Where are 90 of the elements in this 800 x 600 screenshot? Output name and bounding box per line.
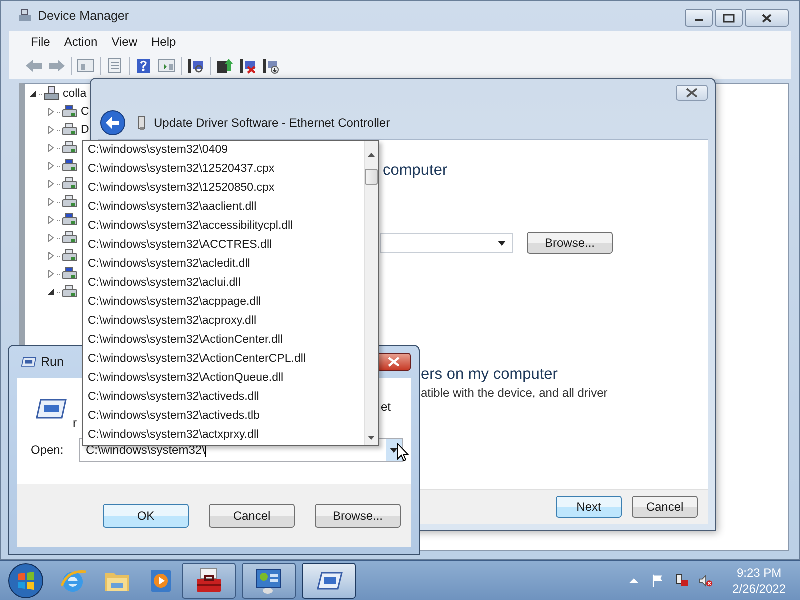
autocomplete-item[interactable]: C:\windows\system32\activeds.dll xyxy=(83,388,364,407)
help-icon[interactable] xyxy=(135,58,153,74)
close-icon xyxy=(686,88,698,98)
expand-arrow-icon[interactable] xyxy=(29,90,37,98)
menu-item[interactable]: Help xyxy=(152,35,190,49)
autocomplete-item[interactable]: C:\windows\system32\accessibilitycpl.dll xyxy=(83,217,364,236)
heading: computer xyxy=(383,162,449,180)
autocomplete-item[interactable]: C:\windows\system32\ACCTRES.dll xyxy=(83,236,364,255)
device-icon xyxy=(62,176,78,192)
autocomplete-item[interactable]: C:\windows\system32\0409 xyxy=(83,141,364,160)
device-icon xyxy=(62,284,78,300)
tree-item[interactable]: C xyxy=(80,106,90,118)
autocomplete-item[interactable]: C:\windows\system32\acppage.dll xyxy=(83,293,364,312)
action-pane-icon[interactable] xyxy=(158,58,176,74)
autocomplete-item[interactable]: C:\windows\system32\ActionCenterCPL.dll xyxy=(83,350,364,369)
device-icon xyxy=(62,212,78,228)
computer-icon xyxy=(44,86,60,102)
time-text: 9:23 PM xyxy=(736,566,782,580)
back-button[interactable] xyxy=(100,110,126,136)
option-heading[interactable]: ers on my computer xyxy=(421,366,708,384)
tree-item[interactable]: colla xyxy=(62,88,87,100)
device-icon xyxy=(62,122,78,138)
scroll-up-icon[interactable] xyxy=(368,153,375,157)
disable-icon[interactable] xyxy=(262,58,280,74)
autocomplete-item[interactable]: C:\windows\system32\acledit.dll xyxy=(83,255,364,274)
scroll-thumb[interactable] xyxy=(365,169,378,185)
update-driver-icon[interactable] xyxy=(216,58,234,74)
autocomplete-item[interactable]: C:\windows\system32\12520437.cpx xyxy=(83,160,364,179)
autocomplete-item[interactable]: C:\windows\system32\12520850.cpx xyxy=(83,179,364,198)
network-icon[interactable] xyxy=(674,574,689,588)
instruction-text: r xyxy=(73,416,77,430)
expand-arrow-icon[interactable] xyxy=(47,288,55,296)
network-adapter-icon xyxy=(138,115,146,131)
option-description: atible with the device, and all driver xyxy=(421,386,609,400)
menu-item[interactable]: View xyxy=(112,35,152,49)
device-icon xyxy=(62,158,78,174)
autocomplete-item[interactable]: C:\windows\system32\activeds.tlb xyxy=(83,407,364,426)
run-icon xyxy=(35,398,67,420)
menu-item[interactable]: File xyxy=(31,35,64,49)
browse-button[interactable]: Browse... xyxy=(315,504,401,528)
maximize-icon xyxy=(723,14,735,22)
uninstall-icon[interactable] xyxy=(239,58,257,74)
window-title: Run xyxy=(41,355,64,369)
run-icon xyxy=(21,354,37,370)
autocomplete-item[interactable]: C:\windows\system32\ActionCenter.dll xyxy=(83,331,364,350)
scan-hardware-icon[interactable] xyxy=(187,58,205,74)
scroll-down-icon[interactable] xyxy=(368,436,375,440)
autocomplete-item[interactable]: C:\windows\system32\acproxy.dll xyxy=(83,312,364,331)
instruction-text: et xyxy=(380,400,391,414)
tree-item[interactable]: D xyxy=(80,124,90,136)
maximize-button[interactable] xyxy=(715,9,743,27)
speaker-muted-icon[interactable] xyxy=(698,574,713,588)
device-icon xyxy=(62,140,78,156)
date-text: 2/26/2022 xyxy=(732,582,786,596)
cancel-button[interactable]: Cancel xyxy=(209,504,295,528)
flag-icon[interactable] xyxy=(650,574,665,588)
device-icon xyxy=(62,266,78,282)
cancel-button[interactable]: Cancel xyxy=(632,496,698,518)
close-button[interactable] xyxy=(676,85,708,101)
scrollbar[interactable] xyxy=(364,141,378,445)
close-button[interactable] xyxy=(377,353,411,371)
minimize-button[interactable] xyxy=(685,9,713,27)
back-icon[interactable] xyxy=(25,58,43,74)
console-tree-icon[interactable] xyxy=(77,58,95,74)
taskbar-button[interactable] xyxy=(182,562,236,598)
start-button[interactable] xyxy=(8,562,44,598)
properties-icon[interactable] xyxy=(106,58,124,74)
device-icon xyxy=(62,194,78,210)
dropdown-arrow-icon xyxy=(390,448,398,452)
forward-icon[interactable] xyxy=(48,58,66,74)
browse-button[interactable]: Browse... xyxy=(527,232,613,254)
computer-icon xyxy=(17,8,33,24)
next-button[interactable]: Next xyxy=(556,496,622,518)
window-title: Device Manager xyxy=(38,9,130,23)
device-icon xyxy=(62,248,78,264)
close-icon xyxy=(762,14,772,22)
device-icon xyxy=(62,104,78,120)
dialog-title: Update Driver Software - Ethernet Controller xyxy=(154,116,390,130)
dropdown-arrow-icon xyxy=(498,240,506,246)
device-icon xyxy=(62,230,78,246)
ok-button[interactable]: OK xyxy=(103,504,189,528)
taskbar-button[interactable] xyxy=(242,562,296,598)
autocomplete-item[interactable]: C:\windows\system32\ActionQueue.dll xyxy=(83,369,364,388)
autocomplete-item[interactable]: C:\windows\system32\aclui.dll xyxy=(83,274,364,293)
menu-item[interactable]: Action xyxy=(64,35,112,49)
close-button[interactable] xyxy=(745,9,789,27)
close-icon xyxy=(388,357,400,367)
open-label: Open: xyxy=(31,443,65,457)
autocomplete-item[interactable]: C:\windows\system32\aaclient.dll xyxy=(83,198,364,217)
taskbar-button[interactable] xyxy=(302,562,356,598)
